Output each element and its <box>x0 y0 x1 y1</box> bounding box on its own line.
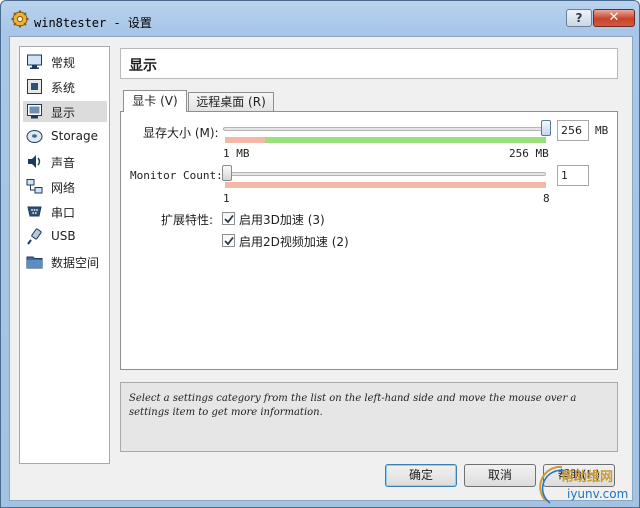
sidebar-item-general[interactable]: 常规 <box>23 51 107 72</box>
video-memory-red-zone <box>225 137 265 143</box>
video-memory-green-zone <box>265 137 546 143</box>
sidebar-item-network[interactable]: 网络 <box>23 176 107 197</box>
video-memory-min-label: 1 MB <box>223 147 250 160</box>
tab-remote-display[interactable]: 远程桌面 (R) <box>188 92 274 112</box>
info-box: Select a settings category from the list… <box>120 382 618 452</box>
monitor-count-input[interactable]: 1 <box>557 165 589 186</box>
serial-port-icon <box>27 206 42 217</box>
sidebar-item-shared-folders[interactable]: 数据空间 <box>23 251 107 272</box>
sidebar-item-label: 网络 <box>51 181 76 195</box>
watermark-text-bottom: iyunv.com <box>567 487 629 501</box>
chip-icon <box>27 79 42 94</box>
title-bar[interactable]: win8tester - 设置 ? ✕ <box>1 1 639 35</box>
extended-features-label: 扩展特性: <box>161 213 214 227</box>
video-memory-input[interactable]: 256 <box>557 120 589 141</box>
usb-icon <box>27 228 42 245</box>
checkmark-icon <box>224 214 234 224</box>
monitor-count-max-label: 8 <box>543 192 550 205</box>
video-memory-slider-thumb[interactable] <box>541 120 551 136</box>
monitor-icon <box>27 54 42 69</box>
monitor-count-slider-track[interactable] <box>223 172 546 176</box>
gear-icon <box>11 10 29 28</box>
window-title: win8tester - 设置 <box>34 16 152 30</box>
sidebar-item-label: 常规 <box>51 56 76 70</box>
enable-3d-label[interactable]: 启用3D加速 (3) <box>239 211 325 228</box>
disk-icon <box>26 130 43 143</box>
dialog-client-area: 常规 系统 显示 Storage 声音 网络 串口 USB 数据空间 显示 显卡… <box>9 36 633 501</box>
sidebar-item-label: 串口 <box>51 206 76 220</box>
settings-category-list: 常规 系统 显示 Storage 声音 网络 串口 USB 数据空间 <box>19 46 110 464</box>
ok-button[interactable]: 确定 <box>385 464 457 487</box>
speaker-icon <box>28 155 41 168</box>
checkmark-icon <box>224 236 234 246</box>
tab-video[interactable]: 显卡 (V) <box>123 90 187 112</box>
video-memory-max-label: 256 MB <box>509 147 549 160</box>
sidebar-item-display[interactable]: 显示 <box>23 101 107 122</box>
enable-3d-checkbox[interactable] <box>222 212 235 225</box>
sidebar-item-label: 系统 <box>51 81 76 95</box>
sidebar-item-system[interactable]: 系统 <box>23 76 107 97</box>
page-header: 显示 <box>120 48 618 79</box>
display-icon <box>27 104 42 119</box>
watermark-text-top: 帮助维网 <box>561 470 614 485</box>
sidebar-item-label: USB <box>51 229 76 243</box>
sidebar-item-audio[interactable]: 声音 <box>23 151 107 172</box>
monitor-count-red-zone <box>225 182 546 188</box>
monitor-count-slider-thumb[interactable] <box>222 165 232 181</box>
enable-2d-checkbox[interactable] <box>222 234 235 247</box>
monitor-count-label: Monitor Count: <box>130 169 223 182</box>
sidebar-item-label: Storage <box>51 129 98 143</box>
sidebar-item-label: 声音 <box>51 156 76 170</box>
settings-window: win8tester - 设置 ? ✕ 常规 系统 显示 Storage 声音 … <box>0 0 640 508</box>
close-window-button[interactable]: ✕ <box>593 9 635 27</box>
info-text: Select a settings category from the list… <box>129 393 577 418</box>
help-window-button[interactable]: ? <box>566 9 592 27</box>
sidebar-item-label: 数据空间 <box>51 256 100 270</box>
monitor-count-min-label: 1 <box>223 192 230 205</box>
video-memory-slider-track[interactable] <box>223 127 546 131</box>
sidebar-item-usb[interactable]: USB <box>23 226 107 247</box>
page-title: 显示 <box>129 58 157 74</box>
video-memory-unit: MB <box>595 124 609 137</box>
enable-2d-label[interactable]: 启用2D视频加速 (2) <box>239 233 349 250</box>
sidebar-item-label: 显示 <box>51 106 76 120</box>
folder-icon <box>26 256 43 269</box>
sidebar-item-storage[interactable]: Storage <box>23 126 107 147</box>
sidebar-item-serial-ports[interactable]: 串口 <box>23 201 107 222</box>
video-settings-panel: 显存大小 (M): 256 MB 1 MB 256 MB Monitor Cou… <box>120 111 618 370</box>
network-icon <box>26 179 43 194</box>
video-memory-label: 显存大小 (M): <box>143 126 219 140</box>
cancel-button[interactable]: 取消 <box>464 464 536 487</box>
